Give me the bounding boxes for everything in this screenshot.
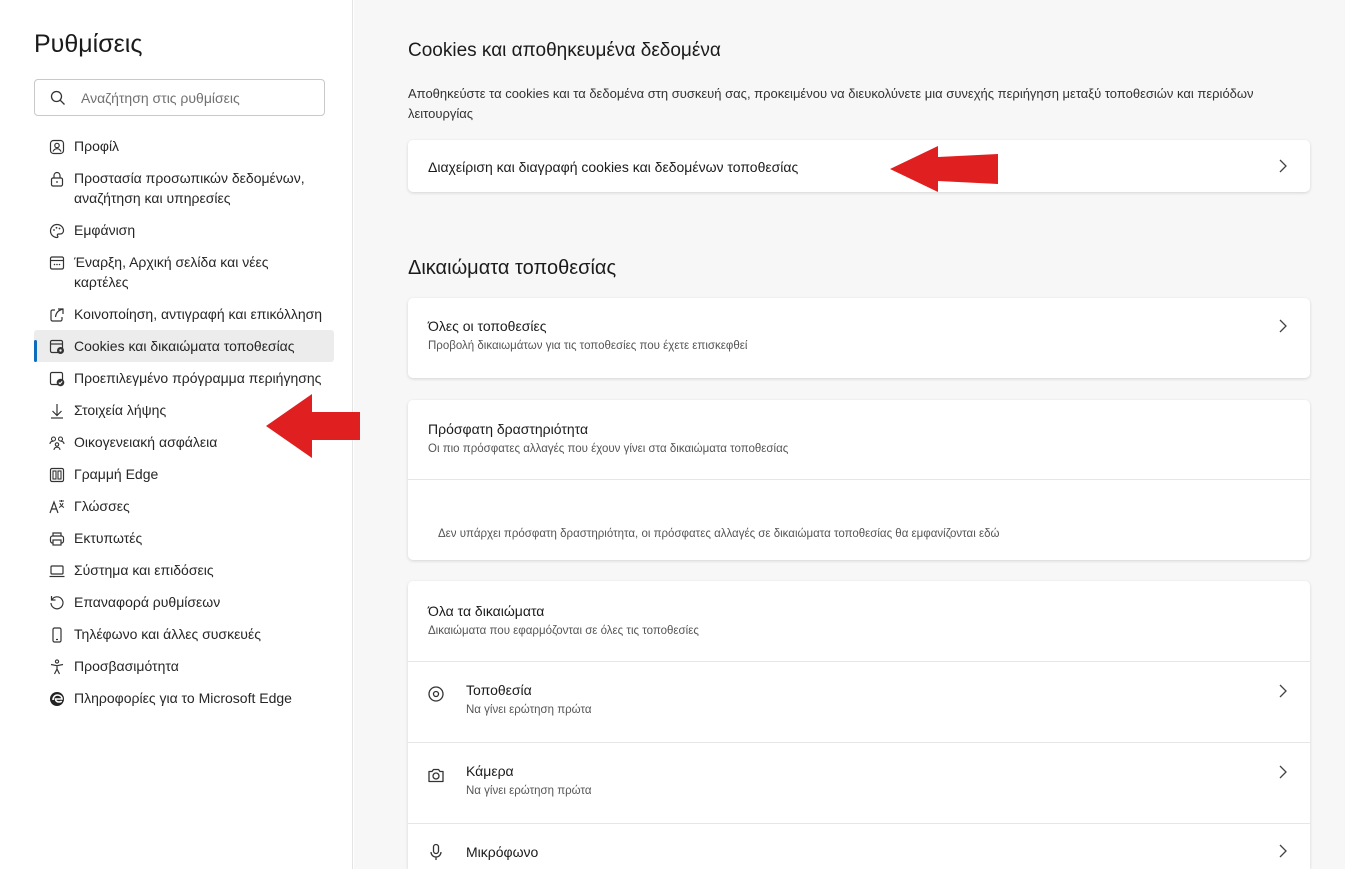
- sidebar-item-label: Σύστημα και επιδόσεις: [74, 562, 214, 578]
- all-sites-subtitle: Προβολή δικαιωμάτων για τις τοποθεσίες π…: [428, 340, 748, 352]
- sidebar-item-label: Τηλέφωνο και άλλες συσκευές: [74, 626, 261, 642]
- sidebar-item-system-performance[interactable]: Σύστημα και επιδόσεις: [34, 554, 334, 586]
- language-icon: [49, 500, 65, 514]
- laptop-icon: [49, 565, 65, 578]
- sidebar-item-label: Εμφάνιση: [74, 222, 136, 238]
- sidebar-item-reset-settings[interactable]: Επαναφορά ρυθμίσεων: [34, 586, 334, 618]
- sidebar-item-label: Έναρξη, Αρχική σελίδα και νέες καρτέλες: [74, 254, 269, 290]
- sidebar-item-appearance[interactable]: Εμφάνιση: [34, 214, 334, 246]
- sidebar-item-printers[interactable]: Εκτυπωτές: [34, 522, 334, 554]
- annotation-arrow-icon: [266, 394, 360, 458]
- recent-activity-empty: Δεν υπάρχει πρόσφατη δραστηριότητα, οι π…: [408, 480, 1310, 560]
- recent-activity-header: Πρόσφατη δραστηριότητα Οι πιο πρόσφατες …: [408, 400, 1310, 479]
- manage-cookies-row[interactable]: Διαχείριση και διαγραφή cookies και δεδο…: [408, 140, 1310, 192]
- sidebar-item-label: Εκτυπωτές: [74, 530, 143, 546]
- cookies-site-icon: [49, 339, 64, 354]
- recent-activity-title: Πρόσφατη δραστηριότητα: [428, 421, 589, 437]
- sidebar-item-default-browser[interactable]: Προεπιλεγμένο πρόγραμμα περιήγησης: [34, 362, 334, 394]
- microphone-icon: [430, 843, 442, 860]
- sidebar-item-start-home[interactable]: Έναρξη, Αρχική σελίδα και νέες καρτέλες: [34, 246, 334, 298]
- all-permissions-title: Όλα τα δικαιώματα: [428, 603, 545, 619]
- sidebar-item-label: Cookies και δικαιώματα τοποθεσίας: [74, 338, 295, 354]
- lock-icon: [50, 171, 64, 187]
- location-icon: [428, 686, 444, 702]
- manage-cookies-label: Διαχείριση και διαγραφή cookies και δεδο…: [428, 159, 799, 175]
- sidebar-item-languages[interactable]: Γλώσσες: [34, 490, 334, 522]
- edge-logo-icon: [50, 692, 64, 706]
- download-icon: [51, 404, 63, 419]
- chevron-right-icon: [1279, 684, 1287, 698]
- permission-row-location[interactable]: Τοποθεσία Να γίνει ερώτηση πρώτα: [408, 662, 1310, 742]
- permission-title: Τοποθεσία: [466, 682, 532, 698]
- sidebar-item-label: Επαναφορά ρυθμίσεων: [74, 594, 221, 610]
- permission-title: Κάμερα: [466, 763, 514, 779]
- palette-icon: [49, 223, 65, 239]
- window-icon: [49, 256, 65, 270]
- sidebar-item-phone-devices[interactable]: Τηλέφωνο και άλλες συσκευές: [34, 618, 334, 650]
- family-icon: [49, 436, 65, 451]
- search-icon: [50, 90, 65, 105]
- chevron-right-icon: [1279, 765, 1287, 779]
- sidebar-item-label: Γραμμή Edge: [74, 466, 159, 482]
- camera-icon: [428, 768, 444, 783]
- accessibility-icon: [50, 659, 64, 675]
- chevron-right-icon: [1279, 319, 1287, 333]
- permission-subtitle: Να γίνει ερώτηση πρώτα: [466, 785, 592, 797]
- recent-activity-subtitle: Οι πιο πρόσφατες αλλαγές που έχουν γίνει…: [428, 443, 789, 455]
- edge-bar-icon: [49, 467, 65, 483]
- sidebar-item-label: Κοινοποίηση, αντιγραφή και επικόλληση: [74, 306, 323, 322]
- permission-title: Μικρόφωνο: [466, 844, 539, 860]
- all-sites-card[interactable]: Όλες οι τοποθεσίες Προβολή δικαιωμάτων γ…: [408, 298, 1310, 378]
- sidebar-item-accessibility[interactable]: Προσβασιμότητα: [34, 650, 334, 682]
- permission-row-camera[interactable]: Κάμερα Να γίνει ερώτηση πρώτα: [408, 743, 1310, 823]
- permission-row-microphone[interactable]: Μικρόφωνο: [408, 824, 1310, 869]
- chevron-right-icon: [1279, 844, 1287, 858]
- sidebar-item-label: Προεπιλεγμένο πρόγραμμα περιήγησης: [74, 370, 322, 386]
- permission-subtitle: Να γίνει ερώτηση πρώτα: [466, 704, 592, 716]
- sidebar-item-label: Πληροφορίες για το Microsoft Edge: [74, 690, 292, 706]
- sidebar-item-label: Γλώσσες: [74, 498, 130, 514]
- all-permissions-header: Όλα τα δικαιώματα Δικαιώματα που εφαρμόζ…: [408, 581, 1310, 661]
- recent-activity-empty-text: Δεν υπάρχει πρόσφατη δραστηριότητα, οι π…: [438, 528, 1000, 540]
- sidebar-item-label: Προφίλ: [74, 138, 120, 154]
- sidebar-item-cookies-site-permissions[interactable]: Cookies και δικαιώματα τοποθεσίας: [34, 330, 334, 362]
- sidebar-title: Ρυθμίσεις: [34, 30, 143, 58]
- chevron-right-icon: [1279, 159, 1287, 173]
- cookies-section-description: Αποθηκεύστε τα cookies και τα δεδομένα σ…: [408, 86, 1254, 121]
- reset-icon: [50, 596, 64, 610]
- sidebar-item-about-edge[interactable]: Πληροφορίες για το Microsoft Edge: [34, 682, 334, 714]
- sidebar-item-share-copy-paste[interactable]: Κοινοποίηση, αντιγραφή και επικόλληση: [34, 298, 334, 330]
- all-permissions-card: Όλα τα δικαιώματα Δικαιώματα που εφαρμόζ…: [408, 581, 1310, 869]
- sidebar-item-profile[interactable]: Προφίλ: [34, 130, 334, 162]
- annotation-arrow-icon: [890, 146, 998, 192]
- sidebar-item-edge-bar[interactable]: Γραμμή Edge: [34, 458, 334, 490]
- profile-icon: [49, 139, 65, 155]
- manage-cookies-card[interactable]: Διαχείριση και διαγραφή cookies και δεδο…: [408, 140, 1310, 192]
- all-permissions-subtitle: Δικαιώματα που εφαρμόζονται σε όλες τις …: [428, 625, 699, 637]
- all-sites-row[interactable]: Όλες οι τοποθεσίες Προβολή δικαιωμάτων γ…: [408, 298, 1310, 378]
- search-placeholder: Αναζήτηση στις ρυθμίσεις: [81, 89, 240, 106]
- permissions-section-title: Δικαιώματα τοποθεσίας: [408, 257, 617, 279]
- default-browser-icon: [49, 371, 65, 387]
- all-sites-title: Όλες οι τοποθεσίες: [428, 318, 547, 334]
- phone-icon: [52, 627, 62, 643]
- recent-activity-card: Πρόσφατη δραστηριότητα Οι πιο πρόσφατες …: [408, 400, 1310, 560]
- sidebar-item-label: Προσβασιμότητα: [74, 658, 179, 674]
- settings-content: Cookies και αποθηκευμένα δεδομένα Αποθηκ…: [354, 0, 1345, 869]
- cookies-section-title: Cookies και αποθηκευμένα δεδομένα: [408, 40, 721, 61]
- sidebar-item-label: Προστασία προσωπικών δεδομένων, αναζήτησ…: [74, 170, 305, 206]
- share-icon: [50, 308, 64, 322]
- sidebar-item-privacy[interactable]: Προστασία προσωπικών δεδομένων, αναζήτησ…: [34, 162, 334, 214]
- printer-icon: [49, 532, 65, 546]
- search-input[interactable]: Αναζήτηση στις ρυθμίσεις: [34, 79, 325, 116]
